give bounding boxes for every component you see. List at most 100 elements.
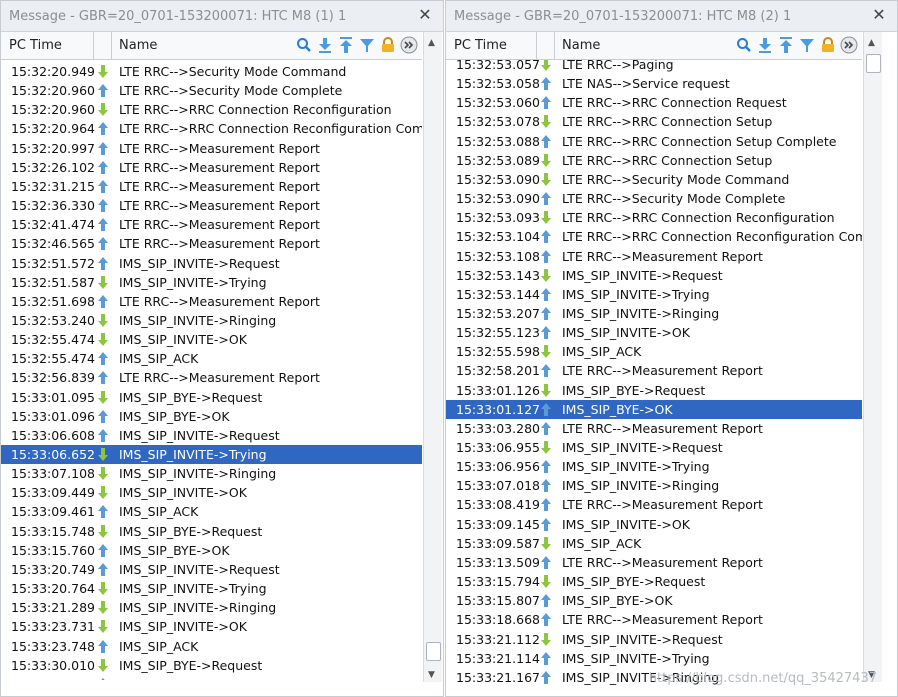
message-row[interactable]: 15:32:20.960 LTE RRC-->RRC Connection Rec…	[1, 100, 422, 119]
message-row[interactable]: 15:32:53.104 LTE RRC-->RRC Connection Rec…	[446, 227, 862, 246]
message-row[interactable]: 15:32:53.090 LTE RRC-->Security Mode Comm…	[446, 170, 862, 189]
message-row[interactable]: 15:33:06.956 IMS_SIP_INVITE->Trying	[446, 457, 862, 476]
message-row[interactable]: 15:32:53.207 IMS_SIP_INVITE->Ringing	[446, 304, 862, 323]
message-row[interactable]: 15:32:56.839 LTE RRC-->Measurement Report	[1, 368, 422, 387]
message-row[interactable]: 15:32:20.964 LTE RRC-->RRC Connection Rec…	[1, 119, 422, 138]
message-row[interactable]: 15:32:36.330 LTE RRC-->Measurement Report	[1, 196, 422, 215]
message-row[interactable]: 15:33:09.587 IMS_SIP_ACK	[446, 534, 862, 553]
message-row[interactable]: 15:32:53.058 LTE NAS-->Service request	[446, 74, 862, 93]
message-row[interactable]: 15:33:21.112 IMS_SIP_INVITE->Request	[446, 630, 862, 649]
more-icon[interactable]	[400, 36, 418, 54]
message-row[interactable]: 15:32:20.997 LTE RRC-->Measurement Report	[1, 139, 422, 158]
name-column-header[interactable]: Name	[562, 38, 600, 53]
scroll-down-icon[interactable]: ▼	[428, 670, 435, 680]
message-row[interactable]: 15:32:53.078 LTE RRC-->RRC Connection Set…	[446, 112, 862, 131]
message-row[interactable]: 15:32:53.057 LTE RRC-->Paging	[446, 60, 862, 74]
message-row[interactable]: 15:33:01.126 IMS_SIP_BYE->Request	[446, 381, 862, 400]
message-row[interactable]: 15:33:09.145 IMS_SIP_INVITE->OK	[446, 515, 862, 534]
upload-icon[interactable]	[337, 36, 355, 54]
download-icon[interactable]	[316, 36, 334, 54]
column-divider[interactable]	[111, 32, 112, 59]
message-row[interactable]: 15:33:03.280 LTE RRC-->Measurement Report	[446, 419, 862, 438]
message-row[interactable]: 15:33:20.749 IMS_SIP_INVITE->Request	[1, 560, 422, 579]
downlink-arrow-icon	[97, 313, 109, 327]
scroll-up-icon[interactable]: ▲	[428, 38, 435, 48]
message-row[interactable]: 15:33:07.108 IMS_SIP_INVITE->Ringing	[1, 464, 422, 483]
message-row[interactable]: 15:32:51.587 IMS_SIP_INVITE->Trying	[1, 273, 422, 292]
message-row[interactable]: 15:32:53.143 IMS_SIP_INVITE->Request	[446, 266, 862, 285]
selected-message-row[interactable]: 15:33:01.127 IMS_SIP_BYE->OK	[446, 399, 862, 419]
column-divider[interactable]	[93, 32, 94, 59]
scroll-up-icon[interactable]: ▲	[868, 38, 875, 48]
message-row[interactable]: 15:32:20.960 LTE RRC-->Security Mode Comp…	[1, 81, 422, 100]
message-row[interactable]: 15:33:15.748 IMS_SIP_BYE->Request	[1, 522, 422, 541]
message-row[interactable]: 15:33:30.010 IMS_SIP_BYE->Request	[1, 656, 422, 675]
message-row[interactable]: 15:32:46.565 LTE RRC-->Measurement Report	[1, 234, 422, 253]
message-row[interactable]: 15:33:15.807 IMS_SIP_BYE->OK	[446, 591, 862, 610]
message-row[interactable]: 15:32:55.123 IMS_SIP_INVITE->OK	[446, 323, 862, 342]
pc-time-column-header[interactable]: PC Time	[9, 38, 62, 53]
message-row[interactable]: 15:33:15.760 IMS_SIP_BYE->OK	[1, 541, 422, 560]
scroll-thumb[interactable]	[866, 54, 881, 73]
message-row[interactable]: 15:32:51.572 IMS_SIP_INVITE->Request	[1, 254, 422, 273]
search-icon[interactable]	[735, 36, 753, 54]
message-row[interactable]: 15:33:20.764 IMS_SIP_INVITE->Trying	[1, 579, 422, 598]
message-row[interactable]: 15:33:21.114 IMS_SIP_INVITE->Trying	[446, 649, 862, 668]
message-row[interactable]: 15:33:15.794 IMS_SIP_BYE->Request	[446, 572, 862, 591]
column-divider[interactable]	[536, 32, 537, 59]
column-divider[interactable]	[554, 32, 555, 59]
message-row[interactable]: 15:33:13.509 LTE RRC-->Measurement Report	[446, 553, 862, 572]
message-row[interactable]: 15:32:53.090 LTE RRC-->Security Mode Comp…	[446, 189, 862, 208]
selected-message-row[interactable]: 15:33:06.652 IMS_SIP_INVITE->Trying	[1, 445, 422, 464]
message-row[interactable]: 15:33:21.289 IMS_SIP_INVITE->Ringing	[1, 598, 422, 617]
message-row[interactable]: 15:33:30.012 IMS_SIP_BYE->OK	[1, 675, 422, 680]
message-row[interactable]: 15:32:53.144 IMS_SIP_INVITE->Trying	[446, 285, 862, 304]
pc-time-column-header[interactable]: PC Time	[454, 38, 507, 53]
message-row[interactable]: 15:33:23.731 IMS_SIP_INVITE->OK	[1, 617, 422, 636]
upload-icon[interactable]	[777, 36, 795, 54]
message-row[interactable]: 15:33:09.449 IMS_SIP_INVITE->OK	[1, 483, 422, 502]
lock-icon[interactable]	[819, 36, 837, 54]
filter-icon[interactable]	[798, 36, 816, 54]
pc-time: 15:32:51.587	[11, 274, 95, 290]
pc-time: 15:32:51.698	[11, 293, 95, 309]
message-row[interactable]: 15:33:01.095 IMS_SIP_BYE->Request	[1, 388, 422, 407]
message-row[interactable]: 15:32:55.474 IMS_SIP_INVITE->OK	[1, 330, 422, 349]
scroll-thumb[interactable]	[426, 642, 441, 661]
vertical-scrollbar[interactable]: ▲ ▼	[423, 32, 442, 682]
more-icon[interactable]	[840, 36, 858, 54]
vertical-scrollbar[interactable]: ▲ ▼	[863, 32, 882, 682]
message-row[interactable]: 15:32:53.093 LTE RRC-->RRC Connection Rec…	[446, 208, 862, 227]
message-row[interactable]: 15:33:07.018 IMS_SIP_INVITE->Ringing	[446, 476, 862, 495]
pc-time: 15:33:23.748	[11, 638, 95, 654]
close-icon[interactable]: ✕	[870, 6, 888, 24]
message-row[interactable]: 15:32:55.474 IMS_SIP_ACK	[1, 349, 422, 368]
message-row[interactable]: 15:33:01.096 IMS_SIP_BYE->OK	[1, 407, 422, 426]
message-row[interactable]: 15:33:08.419 LTE RRC-->Measurement Report	[446, 495, 862, 514]
message-row[interactable]: 15:32:53.108 LTE RRC-->Measurement Report	[446, 247, 862, 266]
message-row[interactable]: 15:32:26.102 LTE RRC-->Measurement Report	[1, 158, 422, 177]
message-row[interactable]: 15:32:51.698 LTE RRC-->Measurement Report	[1, 292, 422, 311]
filter-icon[interactable]	[358, 36, 376, 54]
message-row[interactable]: 15:32:31.215 LTE RRC-->Measurement Report	[1, 177, 422, 196]
search-icon[interactable]	[295, 36, 313, 54]
message-row[interactable]: 15:32:53.089 LTE RRC-->RRC Connection Set…	[446, 151, 862, 170]
message-row[interactable]: 15:32:53.240 IMS_SIP_INVITE->Ringing	[1, 311, 422, 330]
lock-icon[interactable]	[379, 36, 397, 54]
download-icon[interactable]	[756, 36, 774, 54]
close-icon[interactable]: ✕	[416, 6, 434, 24]
message-row[interactable]: 15:33:18.668 LTE RRC-->Measurement Report	[446, 610, 862, 629]
message-row[interactable]: 15:33:09.461 IMS_SIP_ACK	[1, 502, 422, 521]
message-row[interactable]: 15:33:06.955 IMS_SIP_INVITE->Request	[446, 438, 862, 457]
message-row[interactable]: 15:32:58.201 LTE RRC-->Measurement Report	[446, 361, 862, 380]
message-row[interactable]: 15:32:20.949 LTE RRC-->Security Mode Comm…	[1, 62, 422, 81]
message-row[interactable]: 15:33:06.608 IMS_SIP_INVITE->Request	[1, 426, 422, 445]
message-row[interactable]: 15:32:53.088 LTE RRC-->RRC Connection Set…	[446, 132, 862, 151]
name-column-header[interactable]: Name	[119, 38, 157, 53]
message-row[interactable]: 15:33:23.748 IMS_SIP_ACK	[1, 637, 422, 656]
message-row[interactable]: 15:32:55.598 IMS_SIP_ACK	[446, 342, 862, 361]
panel-titlebar[interactable]: Message - GBR=20_0701-153200071: HTC M8 …	[1, 1, 443, 32]
message-row[interactable]: 15:32:41.474 LTE RRC-->Measurement Report	[1, 215, 422, 234]
panel-titlebar[interactable]: Message - GBR=20_0701-153200071: HTC M8 …	[446, 1, 897, 32]
message-row[interactable]: 15:32:53.060 LTE RRC-->RRC Connection Req…	[446, 93, 862, 112]
